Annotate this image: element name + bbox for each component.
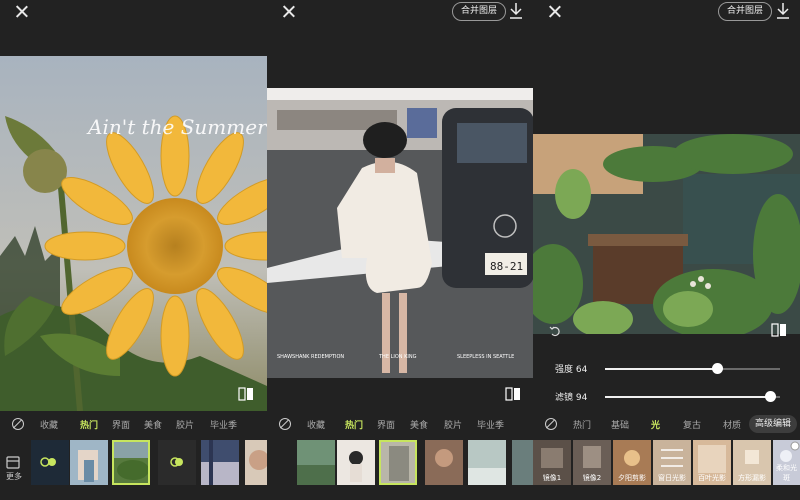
editor-panel-street: 合并图层 88-21 SHAWSHANK REDEMPTION THE LION [267,0,534,500]
tab-light[interactable]: 光 [651,418,660,431]
tab-texture[interactable]: 材质 [723,418,741,431]
tab-basic[interactable]: 基础 [611,418,629,431]
top-bar [0,0,267,24]
filter-thumbnails [267,440,534,488]
tab-favorites[interactable]: 收藏 [307,418,325,431]
top-bar: 合并图层 [267,0,534,24]
effect-thumb[interactable]: 方形漏影 [733,440,771,485]
caption-left: SHAWSHANK REDEMPTION [277,354,344,360]
filter-thumb-selected[interactable] [379,440,417,485]
tab-interface[interactable]: 界面 [112,418,130,431]
filter-thumb[interactable] [245,440,267,485]
street-photo: 88-21 SHAWSHANK REDEMPTION THE LION KING… [267,88,534,378]
filter-strength-track[interactable] [605,391,780,402]
filter-strength-slider: 滤镜 94 [533,388,800,406]
filter-thumb[interactable] [201,440,239,485]
tab-advanced-edit[interactable]: 高级编辑 [749,415,798,433]
tab-popular[interactable]: 热门 [345,418,363,431]
tab-popular[interactable]: 热门 [573,418,591,431]
filter-thumb[interactable] [468,440,506,485]
effect-thumb-label: 百叶光影 [698,474,726,482]
compare-icon[interactable] [505,386,521,401]
close-icon[interactable] [280,3,298,21]
effect-thumb-label: 夕阳剪影 [618,474,646,482]
intensity-track[interactable] [605,363,780,374]
filter-thumb[interactable] [425,440,463,485]
caption-right: SLEEPLESS IN SEATTLE [457,354,514,360]
effect-category-tabs: 热门 基础 光 复古 材质 高级编辑 [533,413,800,437]
compare-icon[interactable] [238,386,254,401]
filter-thumbnails: 更多 [0,440,267,488]
tab-interface[interactable]: 界面 [377,418,395,431]
effect-thumb-label: 镜像2 [582,474,602,482]
effect-thumb[interactable]: 窗日光影 [653,440,691,485]
filter-category-tabs: 收藏 热门 界面 美食 胶片 毕业季 [267,413,534,437]
filter-strength-fill [605,396,770,398]
effect-thumb-label: 柔和光斑 [776,464,797,482]
photo-canvas[interactable] [533,134,800,334]
caption-mid: THE LION KING [378,354,417,360]
intensity-slider: 强度 64 [533,360,800,378]
tab-graduation[interactable]: 毕业季 [477,418,504,431]
filter-thumb[interactable] [297,440,335,485]
filter-thumb[interactable] [158,440,196,485]
intensity-label: 强度 64 [555,365,588,375]
tab-graduation[interactable]: 毕业季 [210,418,237,431]
tab-food[interactable]: 美食 [410,418,428,431]
effect-thumb[interactable]: 百叶光影 [693,440,731,485]
download-icon[interactable] [508,2,524,20]
layers-icon [6,456,20,469]
effect-thumb-label: 方形漏影 [738,474,766,482]
filter-strength-label: 滤镜 94 [555,393,588,403]
tab-retro[interactable]: 复古 [683,418,701,431]
filter-thumb-selected[interactable] [112,440,150,485]
filter-strength-knob[interactable] [764,391,776,402]
effect-thumb-label: 窗日光影 [658,474,686,482]
photo-canvas[interactable]: 88-21 SHAWSHANK REDEMPTION THE LION KING… [267,88,534,378]
filter-thumb[interactable] [70,440,108,485]
tab-food[interactable]: 美食 [144,418,162,431]
effect-thumb[interactable]: 夕阳剪影 [613,440,651,485]
photo-canvas[interactable]: Ain't the Summer ti... [0,56,267,411]
filter-thumb[interactable] [337,440,375,485]
undo-icon[interactable] [549,322,561,337]
effect-thumb[interactable]: 柔和光斑 [773,440,800,485]
filter-thumb[interactable] [512,440,534,485]
effect-thumb[interactable]: 镜像2 [573,440,611,485]
effect-thumb[interactable]: 镜像1 [533,440,571,485]
no-filter-icon[interactable] [545,418,557,430]
download-icon[interactable] [775,2,791,20]
close-icon[interactable] [546,3,564,21]
editor-panel-sunflower: Ain't the Summer ti... 收藏 热门 界面 美食 胶片 毕业… [0,0,267,500]
merge-layers-button[interactable]: 合并图层 [718,2,773,21]
effect-thumbnails: 镜像1 镜像2 夕阳剪影 窗日光影 百叶光影 方形漏影 柔和光斑 [533,440,800,488]
more-button[interactable]: 更多 [6,454,24,481]
filter-category-tabs: 收藏 热门 界面 美食 胶片 毕业季 [0,413,267,437]
merge-layers-button[interactable]: 合并图层 [452,2,507,21]
tab-popular[interactable]: 热门 [80,418,98,431]
editor-panel-greenhouse: 合并图层 强度 64 滤镜 94 热门 基础 光 复古 材质 高级编辑 镜像1 … [533,0,800,500]
no-filter-icon[interactable] [279,418,291,430]
sunflower-photo: Ain't the Summer ti... [0,56,267,411]
more-label: 更多 [6,472,22,481]
greenhouse-photo [533,134,800,334]
compare-icon[interactable] [771,322,787,337]
no-filter-icon[interactable] [12,418,24,430]
effect-thumb-label: 镜像1 [542,474,562,482]
tab-film[interactable]: 胶片 [176,418,194,431]
intensity-fill [605,368,717,370]
intensity-knob[interactable] [712,363,723,374]
tab-film[interactable]: 胶片 [444,418,462,431]
close-icon[interactable] [13,3,31,21]
top-bar: 合并图层 [533,0,800,24]
filter-thumb[interactable] [31,440,69,485]
tab-favorites[interactable]: 收藏 [40,418,58,431]
photo-overlay-text: Ain't the Summer ti... [86,115,267,139]
license-plate-text: 88-21 [490,260,523,273]
